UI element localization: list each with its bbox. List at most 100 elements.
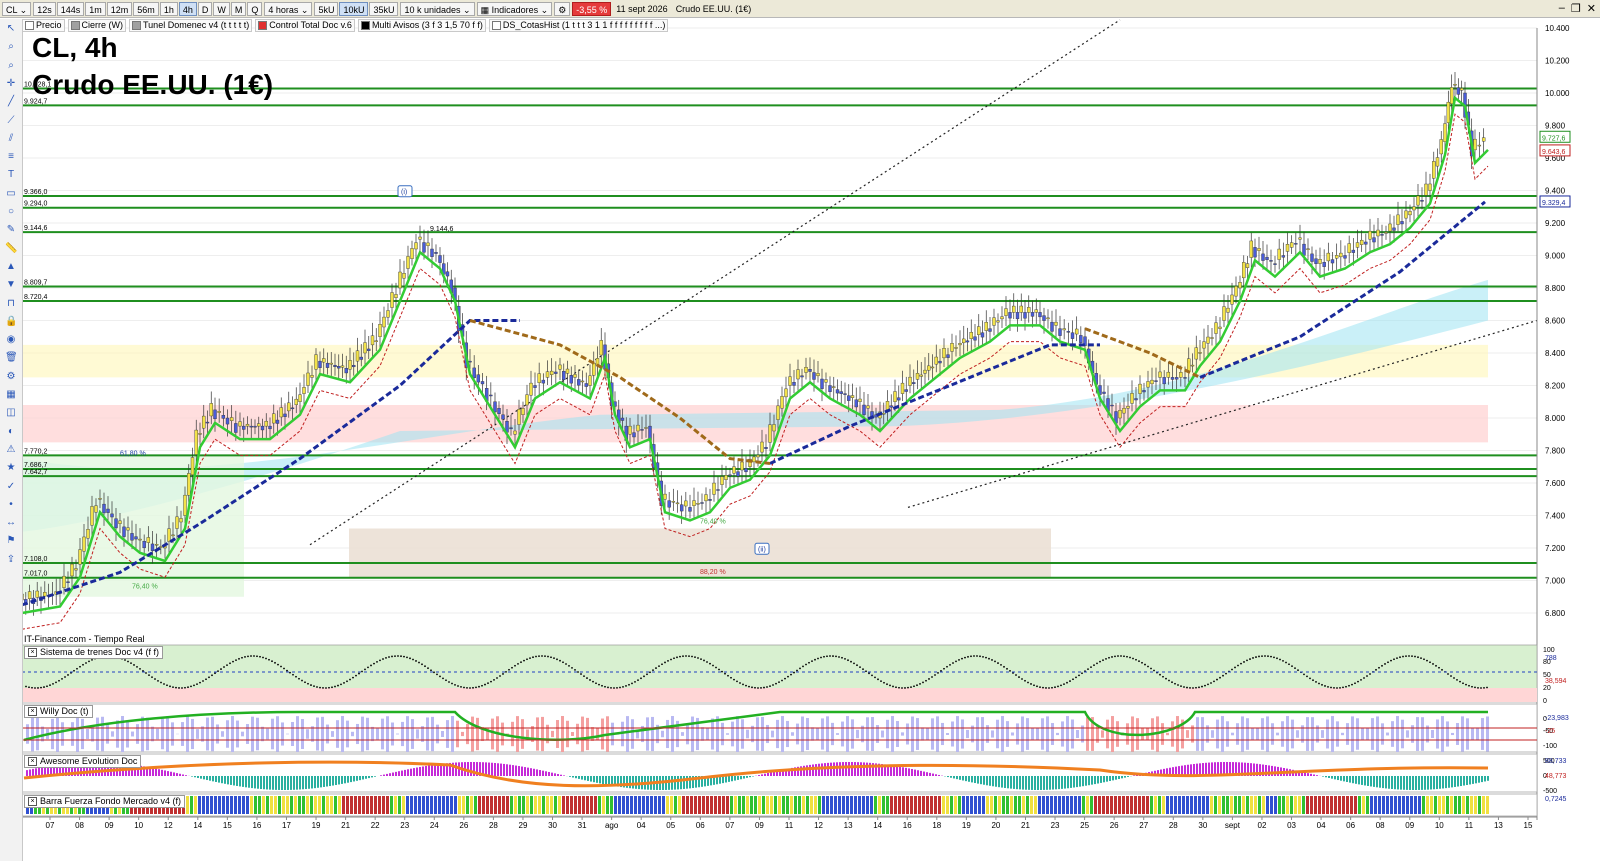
period-select[interactable]: 4 horas ⌄ [264,1,313,16]
pencil-icon[interactable]: ✎ [5,224,17,236]
text-icon[interactable]: T [5,169,17,181]
train-dot [919,683,921,685]
arrow-down-icon[interactable]: ▼ [5,279,17,291]
palette-icon[interactable]: ◐ [5,426,17,438]
zoom-out-icon[interactable]: ⌕ [5,60,17,72]
layers-icon[interactable]: ◫ [5,407,17,419]
willy-bar [276,716,279,752]
train-dot [493,678,495,681]
train-dot [928,678,930,680]
train-dot [202,680,204,682]
timeframe-button-56m[interactable]: 56m [133,1,159,16]
pane-title[interactable]: × Sistema de trenes Doc v4 (f f) [24,646,164,659]
fib-icon[interactable]: ≡ [5,151,17,163]
willy-bar [1196,717,1199,751]
alert-icon[interactable]: ⚠ [5,444,17,456]
train-dot [1018,676,1020,678]
indicators-button[interactable]: ▦ Indicadores ⌄ [476,1,553,16]
timeframe-button-1h[interactable]: 1h [159,1,178,16]
awesome-bar [341,776,343,784]
candle-body [1416,195,1420,206]
pane-title[interactable]: × Willy Doc (t) [24,705,93,718]
train-dot [1195,686,1197,689]
trash-icon[interactable]: 🗑 [5,352,18,364]
willy-bar [586,717,589,751]
awesome-bar [938,774,940,776]
indicator-chip[interactable]: Cierre (W) [67,18,127,32]
channel-icon[interactable]: ⫽ [5,133,17,145]
symbol-select[interactable]: CL ⌄ [2,1,32,16]
close-icon[interactable]: × [28,797,37,807]
timeframe-button-12s[interactable]: 12s [33,1,56,16]
timeframe-button-Q[interactable]: Q [247,1,263,16]
candle-body [577,379,581,386]
awesome-bar [155,768,157,776]
units-select[interactable]: 10 k unidades ⌄ [400,1,475,16]
unit-button-10kU[interactable]: 10kU [339,1,369,16]
close-icon[interactable]: ✕ [1587,2,1596,15]
cursor-icon[interactable]: ↖ [5,23,17,35]
zoom-icon[interactable]: ⌕ [5,41,17,53]
pane-title[interactable]: × Awesome Evolution Doc [24,755,142,768]
candle-body [541,379,546,384]
pane-title[interactable]: × Barra Fuerza Fondo Mercado v4 (f) [24,795,186,808]
close-icon[interactable]: × [28,707,37,717]
share-icon[interactable]: ⇪ [5,554,17,566]
minimize-icon[interactable]: – [1559,2,1565,15]
settings-button[interactable]: ⚙ [554,1,571,16]
train-dot [1342,686,1344,689]
magnet-icon[interactable]: ⊓ [5,298,17,310]
trendline-icon[interactable]: ⟋ [5,115,17,127]
candle-body [679,504,684,512]
crosshair-icon[interactable]: ✛ [5,78,17,90]
indicator-chip[interactable]: Control Total Doc v.6 [255,18,355,32]
chart-canvas[interactable]: 10.028,19.924,79.366,09.294,09.144,68.80… [0,0,1600,861]
timeframe-button-144s[interactable]: 144s [56,1,85,16]
timeframe-button-W[interactable]: W [213,1,230,16]
candle-body [489,394,493,397]
willy-bar [386,716,389,752]
circle-icon[interactable]: ○ [5,206,17,218]
awesome-bar [1274,766,1276,776]
force-bar [438,796,441,814]
timeframe-button-1m[interactable]: 1m [85,1,106,16]
indicator-chip[interactable]: Precio [22,18,65,32]
grid-icon[interactable]: ▦ [5,389,17,401]
awesome-bar [962,776,964,781]
line-icon[interactable]: ╱ [5,96,17,108]
willy-bar [111,731,114,737]
top-toolbar: CL ⌄ 12s 144s 1m 12m 56m 1h 4h D W M Q 4 horas ⌄ 5… [0,0,1600,18]
indicator-chip[interactable]: Multi Avisos (3 f 3 1,5 70 f f) [357,18,486,32]
willy-bar [231,716,234,752]
force-bar [846,796,849,814]
flag-icon[interactable]: ⚑ [5,535,17,547]
unit-button-35kU[interactable]: 35kU [369,1,399,16]
check-icon[interactable]: ✓ [5,481,17,493]
timeframe-button-4h[interactable]: 4h [178,1,197,16]
train-dot [352,676,354,679]
dot-icon[interactable]: • [5,499,17,511]
restore-icon[interactable]: ❐ [1571,2,1581,15]
eye-icon[interactable]: ◉ [5,334,17,346]
close-icon[interactable]: × [28,648,37,658]
arrow-up-icon[interactable]: ▲ [5,261,17,273]
indicator-chip[interactable]: DS_CotasHist (1 t t t 3 1 1 f f f f f f … [488,18,669,32]
train-dot [1225,672,1227,675]
timeframe-button-D[interactable]: D [197,1,213,16]
train-dot [703,659,705,662]
awesome-bar [488,762,490,776]
measure-icon[interactable]: ↔ [5,517,17,529]
rect-icon[interactable]: ▭ [5,188,17,200]
lock-icon[interactable]: 🔒 [5,316,17,328]
timeframe-button-M[interactable]: M [230,1,247,16]
candle-body [1318,259,1322,264]
settings-icon[interactable]: ⚙ [5,371,17,383]
close-icon[interactable]: × [28,757,37,767]
candle-body [927,365,931,371]
unit-button-5kU[interactable]: 5kU [314,1,339,16]
star-icon[interactable]: ★ [5,462,17,474]
indicator-chip[interactable]: Tunel Domenec v4 (t t t t t) [129,18,253,32]
ruler-icon[interactable]: 📏 [5,243,17,255]
train-dot [1168,679,1170,682]
timeframe-button-12m[interactable]: 12m [106,1,133,16]
